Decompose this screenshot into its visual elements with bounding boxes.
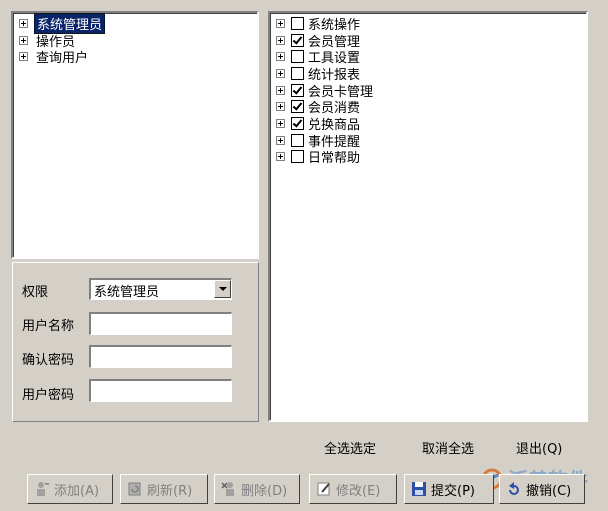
roles-tree-item[interactable]: 操作员 — [19, 32, 105, 50]
permission-item[interactable]: 会员卡管理 — [276, 82, 373, 100]
permission-item[interactable]: 事件提醒 — [276, 132, 373, 150]
delete-button[interactable]: 删除(D) — [214, 474, 300, 504]
add-button-label: 添加(A) — [54, 483, 100, 499]
submit-button-label: 提交(P) — [431, 483, 475, 499]
permission-checkbox[interactable] — [291, 16, 304, 30]
permission-checkbox[interactable] — [291, 33, 304, 47]
refresh-button-label: 刷新(R) — [147, 483, 193, 499]
permission-item[interactable]: 兑换商品 — [276, 115, 373, 133]
expand-icon[interactable] — [276, 35, 285, 45]
password-label: 用户密码 — [22, 388, 75, 403]
expand-icon[interactable] — [276, 68, 285, 78]
permission-checkbox[interactable] — [291, 100, 304, 114]
submit-button[interactable]: 提交(P) — [404, 474, 494, 504]
delete-button-label: 删除(D) — [241, 483, 288, 499]
expand-icon[interactable] — [276, 152, 285, 162]
exit-button[interactable]: 退出(Q) — [516, 438, 562, 457]
delete-user-icon — [221, 482, 234, 496]
expand-icon[interactable] — [276, 85, 285, 95]
roles-tree-item[interactable]: 系统管理员 — [19, 12, 106, 34]
permissions-tree: 系统操作 会员管理 工具设置 统计报表 会员卡管理 会员消费 兑换商品 事件提醒… — [276, 15, 373, 166]
permission-checkbox[interactable] — [291, 50, 304, 64]
modify-button-label: 修改(E) — [336, 483, 381, 499]
roles-tree-item-label[interactable]: 查询用户 — [34, 47, 90, 66]
add-user-icon — [37, 482, 49, 496]
permissions-tree-panel[interactable]: 系统操作 会员管理 工具设置 统计报表 会员卡管理 会员消费 兑换商品 事件提醒… — [268, 11, 588, 422]
cancel-button[interactable]: 撤销(C) — [499, 474, 585, 504]
add-button[interactable]: 添加(A) — [27, 474, 113, 504]
modify-button[interactable]: 修改(E) — [309, 474, 397, 504]
permission-label: 权限 — [22, 285, 49, 300]
permission-item[interactable]: 会员管理 — [276, 32, 373, 50]
roles-tree-item[interactable]: 查询用户 — [19, 47, 105, 66]
permission-item[interactable]: 工具设置 — [276, 48, 373, 66]
undo-icon — [509, 482, 519, 495]
expand-icon[interactable] — [19, 18, 28, 28]
permission-item[interactable]: 日常帮助 — [276, 149, 373, 166]
permission-item[interactable]: 会员消费 — [276, 98, 373, 116]
expand-icon[interactable] — [19, 52, 28, 62]
permission-checkbox[interactable] — [291, 66, 304, 80]
expand-icon[interactable] — [276, 135, 285, 145]
permission-checkbox[interactable] — [291, 150, 304, 164]
confirm-password-label: 确认密码 — [22, 353, 75, 368]
permission-select[interactable]: 系统管理员 — [89, 278, 232, 300]
username-input[interactable] — [89, 312, 232, 335]
roles-tree-panel[interactable]: 系统管理员 操作员 查询用户 — [11, 11, 259, 259]
refresh-icon — [128, 482, 141, 496]
expand-icon[interactable] — [276, 52, 285, 62]
permission-checkbox[interactable] — [291, 116, 304, 130]
expand-icon[interactable] — [276, 18, 285, 28]
select-all-button[interactable]: 全选选定 — [324, 438, 376, 457]
roles-tree: 系统管理员 操作员 查询用户 — [19, 12, 106, 66]
permission-item-label[interactable]: 日常帮助 — [308, 147, 360, 166]
refresh-button[interactable]: 刷新(R) — [120, 474, 208, 504]
deselect-all-button[interactable]: 取消全选 — [422, 438, 474, 457]
cancel-button-label: 撤销(C) — [526, 483, 572, 499]
username-label: 用户名称 — [22, 319, 75, 334]
permission-checkbox[interactable] — [291, 83, 304, 97]
expand-icon[interactable] — [276, 102, 285, 112]
edit-icon — [317, 482, 330, 496]
save-icon — [412, 482, 426, 496]
expand-icon[interactable] — [19, 35, 28, 45]
permission-item[interactable]: 系统操作 — [276, 15, 373, 33]
permission-checkbox[interactable] — [291, 133, 304, 147]
expand-icon[interactable] — [276, 118, 285, 128]
permission-item[interactable]: 统计报表 — [276, 65, 373, 83]
permission-select-value: 系统管理员 — [94, 285, 160, 300]
chevron-down-icon[interactable] — [214, 280, 231, 298]
confirm-password-input[interactable] — [89, 345, 232, 368]
password-input[interactable] — [89, 379, 232, 402]
